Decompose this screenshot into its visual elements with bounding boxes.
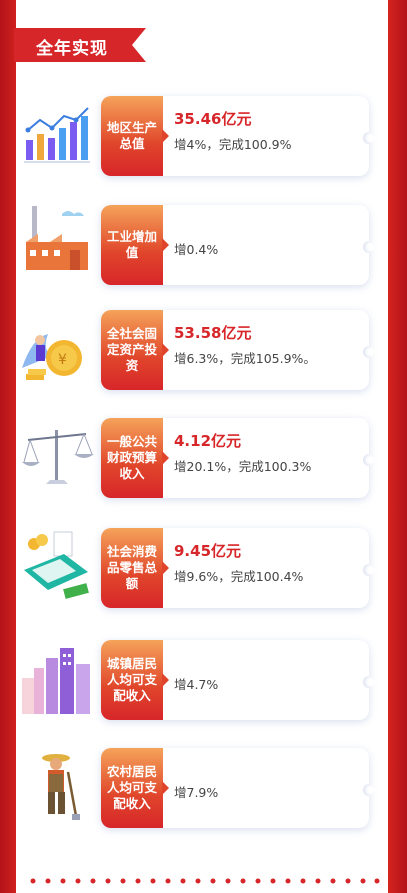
stat-label-box: 一般公共财政预算收入 <box>101 418 169 498</box>
stat-label: 地区生产总值 <box>107 120 158 151</box>
stat-detail: 增7.9% <box>174 785 219 800</box>
bottom-dot-divider <box>30 878 380 884</box>
stat-card-fixed-asset-investment: 全社会固定资产投资 53.58亿元 增6.3%，完成105.9%。 <box>101 310 375 390</box>
stat-label-box: 城镇居民人均可支配收入 <box>101 640 169 720</box>
section-title: 全年实现 <box>36 39 108 59</box>
factory-icon <box>26 206 88 270</box>
stat-card-gdp: 地区生产总值 35.46亿元 增4%，完成100.9% <box>101 96 375 176</box>
balance-scale-icon <box>22 430 94 484</box>
stat-card-fiscal-revenue: 一般公共财政预算收入 4.12亿元 增20.1%，完成100.3% <box>101 418 375 498</box>
stat-label-box: 社会消费品零售总额 <box>101 528 169 608</box>
stat-detail: 增6.3%，完成105.9%。 <box>174 351 316 366</box>
stat-card-rural-income: 农村居民人均可支配收入 增7.9% <box>101 748 375 828</box>
stat-value: 35.46亿元 <box>174 110 252 128</box>
stat-detail: 增20.1%，完成100.3% <box>174 459 312 474</box>
stat-label-box: 工业增加值 <box>101 205 169 285</box>
stat-card-industrial-added-value: 工业增加值 增0.4% <box>101 205 375 285</box>
stat-value: 53.58亿元 <box>174 324 252 342</box>
bar-chart-growth-icon <box>24 107 90 163</box>
stat-label-box: 农村居民人均可支配收入 <box>101 748 169 828</box>
stat-detail: 增9.6%，完成100.4% <box>174 569 304 584</box>
stat-label: 一般公共财政预算收入 <box>107 434 158 481</box>
stat-detail: 增0.4% <box>174 242 219 257</box>
stat-value: 4.12亿元 <box>174 432 242 450</box>
stat-value: 9.45亿元 <box>174 542 242 560</box>
stat-label: 社会消费品零售总额 <box>107 544 158 591</box>
pos-terminal-icon <box>24 531 89 599</box>
stat-card-urban-income: 城镇居民人均可支配收入 增4.7% <box>101 640 375 720</box>
farmer-icon <box>42 754 80 820</box>
city-buildings-icon <box>22 648 90 714</box>
stat-label-box: 全社会固定资产投资 <box>101 310 169 390</box>
stat-detail: 增4.7% <box>174 677 219 692</box>
stat-label: 城镇居民人均可支配收入 <box>107 656 158 703</box>
stat-label: 全社会固定资产投资 <box>107 326 158 373</box>
svg-text:¥: ¥ <box>58 352 67 368</box>
stat-label: 农村居民人均可支配收入 <box>107 764 158 811</box>
stat-detail: 增4%，完成100.9% <box>174 137 292 152</box>
stat-card-retail-sales: 社会消费品零售总额 9.45亿元 增9.6%，完成100.4% <box>101 528 375 608</box>
stat-label: 工业增加值 <box>107 229 158 260</box>
stat-label-box: 地区生产总值 <box>101 96 169 176</box>
investment-coin-icon: ¥ <box>22 334 82 380</box>
